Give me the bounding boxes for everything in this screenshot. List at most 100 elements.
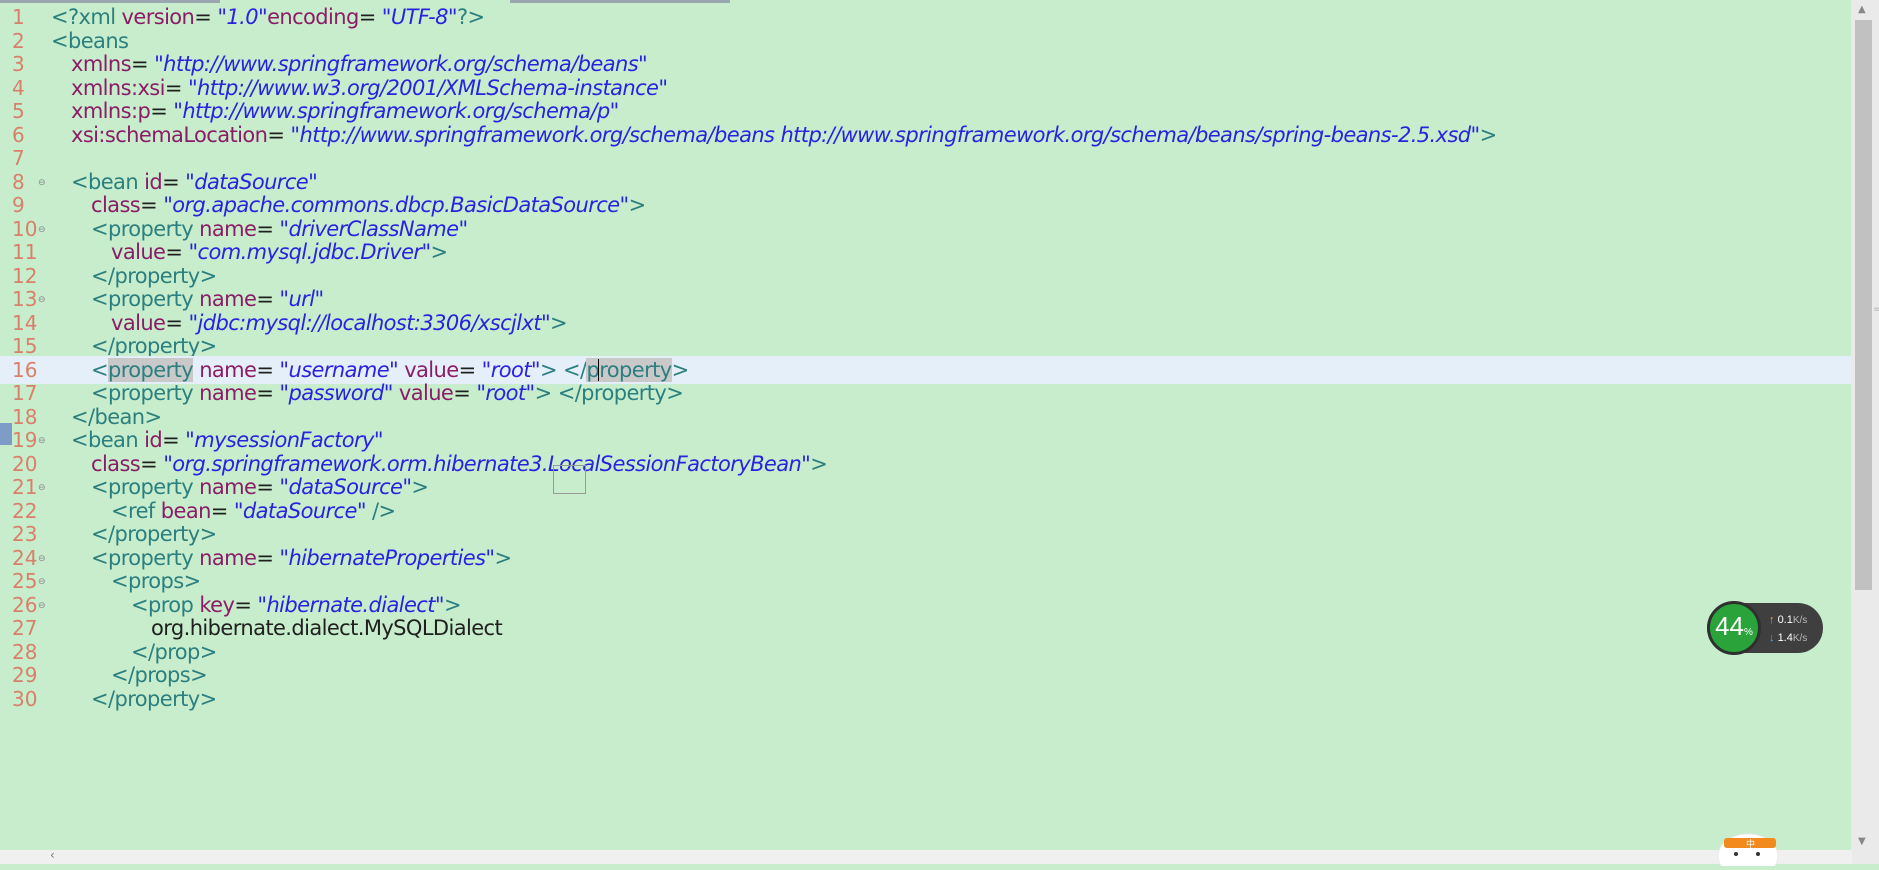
code-token: name (199, 216, 257, 241)
code-token: "dataSource" (185, 169, 318, 194)
code-token: > (671, 357, 690, 382)
code-token: <property (91, 381, 200, 405)
vertical-scrollbar[interactable]: ▲ = ▼ (1851, 0, 1879, 864)
code-token: xsi:schemaLocation (71, 122, 268, 147)
code-token: > </ (539, 357, 587, 382)
code-token: "http://www.springframework.org/schema/p… (173, 99, 619, 123)
code-token: > (430, 240, 449, 264)
code-token: <bean (71, 428, 145, 452)
code-token: = (140, 193, 164, 217)
code-token: = (234, 592, 258, 617)
code-token: </property> (91, 522, 217, 546)
mascot-icon[interactable]: 中 (1710, 826, 1790, 870)
code-text: </property> (91, 685, 217, 713)
code-token: <props> (111, 569, 201, 593)
code-token: = (162, 428, 186, 452)
code-token: </property> (91, 263, 217, 288)
fold-minus-icon[interactable]: ⊖ (38, 225, 46, 235)
code-token: </bean> (71, 404, 162, 429)
scroll-down-icon[interactable]: ▼ (1858, 836, 1866, 847)
code-token: </property> (91, 334, 217, 358)
code-token: /> (365, 498, 396, 523)
fold-minus-icon[interactable]: ⊖ (38, 437, 46, 446)
code-token: xmlns (71, 52, 132, 76)
code-token: = (130, 52, 155, 76)
code-token: <ref (111, 498, 161, 523)
code-token: </prop> (131, 639, 217, 664)
code-token: <prop (131, 592, 200, 617)
download-arrow-icon: ↓ (1769, 632, 1775, 644)
usage-percent: 44% (1707, 611, 1761, 642)
code-token: "hibernate.dialect" (257, 592, 444, 617)
code-token: "org.springframework.orm.hibernate3.Loca… (163, 451, 811, 476)
code-token: = (150, 99, 174, 123)
code-token: "http://www.springframework.org/schema/b… (154, 52, 648, 76)
fold-minus-icon[interactable]: ⊖ (38, 578, 46, 587)
code-token: "http://www.springframework.org/schema/b… (290, 122, 1480, 147)
code-token: xmlns:xsi (71, 75, 165, 100)
code-token: <property (91, 216, 200, 241)
upload-speed: ↑ 0.1K/s (1769, 614, 1807, 626)
code-token: value (398, 381, 454, 405)
code-token: = (256, 287, 280, 311)
code-token: value (111, 240, 166, 264)
code-token: > (411, 475, 429, 499)
code-token: <property (91, 287, 200, 311)
code-token: = (256, 216, 280, 241)
svg-text:中: 中 (1746, 838, 1755, 850)
code-token: name (199, 545, 257, 570)
code-token: name (199, 381, 257, 405)
code-token: > (810, 451, 828, 476)
drag-handle-icon[interactable] (553, 465, 586, 494)
code-token: "http://www.w3.org/2001/XMLSchema-instan… (187, 75, 668, 100)
code-token: bean (160, 498, 212, 523)
code-token: = (267, 122, 291, 147)
code-token: name (199, 475, 257, 499)
code-token: = (453, 381, 477, 405)
code-token: = (165, 240, 189, 264)
code-token: > (1479, 122, 1498, 147)
code-token: xmlns:p (71, 99, 151, 123)
percent-unit: % (1744, 627, 1753, 638)
code-token: name (199, 357, 257, 382)
code-token: "root" (481, 357, 541, 382)
scroll-left-icon[interactable]: ‹ (50, 848, 55, 862)
code-token: "mysessionFactory" (185, 428, 383, 452)
fold-minus-icon[interactable]: ⊖ (38, 601, 46, 611)
code-token: <property (91, 545, 200, 570)
upload-arrow-icon: ↑ (1769, 614, 1775, 626)
scroll-marker-icon: = (1873, 304, 1879, 315)
code-token: > (550, 310, 568, 335)
fold-minus-icon[interactable]: ⊖ (38, 554, 46, 564)
network-speed-widget[interactable]: 44% ↑ 0.1K/s ↓ 1.4K/s (1707, 601, 1823, 655)
code-token: = (256, 381, 280, 405)
code-token: "root" (476, 381, 535, 405)
code-editor[interactable]: 1 <?xml version= "1.0"encoding= "UTF-8"?>… (0, 6, 1852, 850)
code-token: value (111, 310, 166, 335)
code-token: "hibernateProperties" (279, 545, 495, 570)
code-token: = (140, 451, 164, 476)
code-token: = (458, 357, 482, 382)
code-token: "dataSource" (233, 498, 367, 523)
code-token: key (199, 592, 235, 617)
highlighted-token: property (108, 357, 194, 382)
code-token: = (164, 75, 188, 100)
download-speed: ↓ 1.4K/s (1769, 632, 1807, 644)
code-token: <property (91, 475, 200, 499)
upload-unit: K/s (1792, 615, 1808, 626)
code-token: > (628, 193, 647, 217)
fold-minus-icon[interactable]: ⊖ (38, 178, 46, 188)
code-token: "username" (279, 357, 399, 382)
scroll-up-icon[interactable]: ▲ (1858, 4, 1866, 15)
code-token: "org.apache.commons.dbcp.BasicDataSource… (163, 193, 629, 217)
code-token: "jdbc:mysql://localhost:3306/xscjlxt" (188, 310, 551, 335)
code-token: = (256, 357, 280, 382)
horizontal-scrollbar[interactable]: ‹ (0, 848, 1852, 864)
code-token: org.hibernate.dialect.MySQLDialect (151, 616, 503, 640)
code-token: = (256, 545, 280, 570)
code-token: value (404, 357, 459, 382)
fold-minus-icon[interactable]: ⊖ (38, 484, 46, 493)
code-line[interactable]: 30 </property> (0, 685, 1852, 713)
fold-minus-icon[interactable]: ⊖ (38, 296, 46, 305)
scrollbar-thumb[interactable] (1855, 20, 1872, 590)
